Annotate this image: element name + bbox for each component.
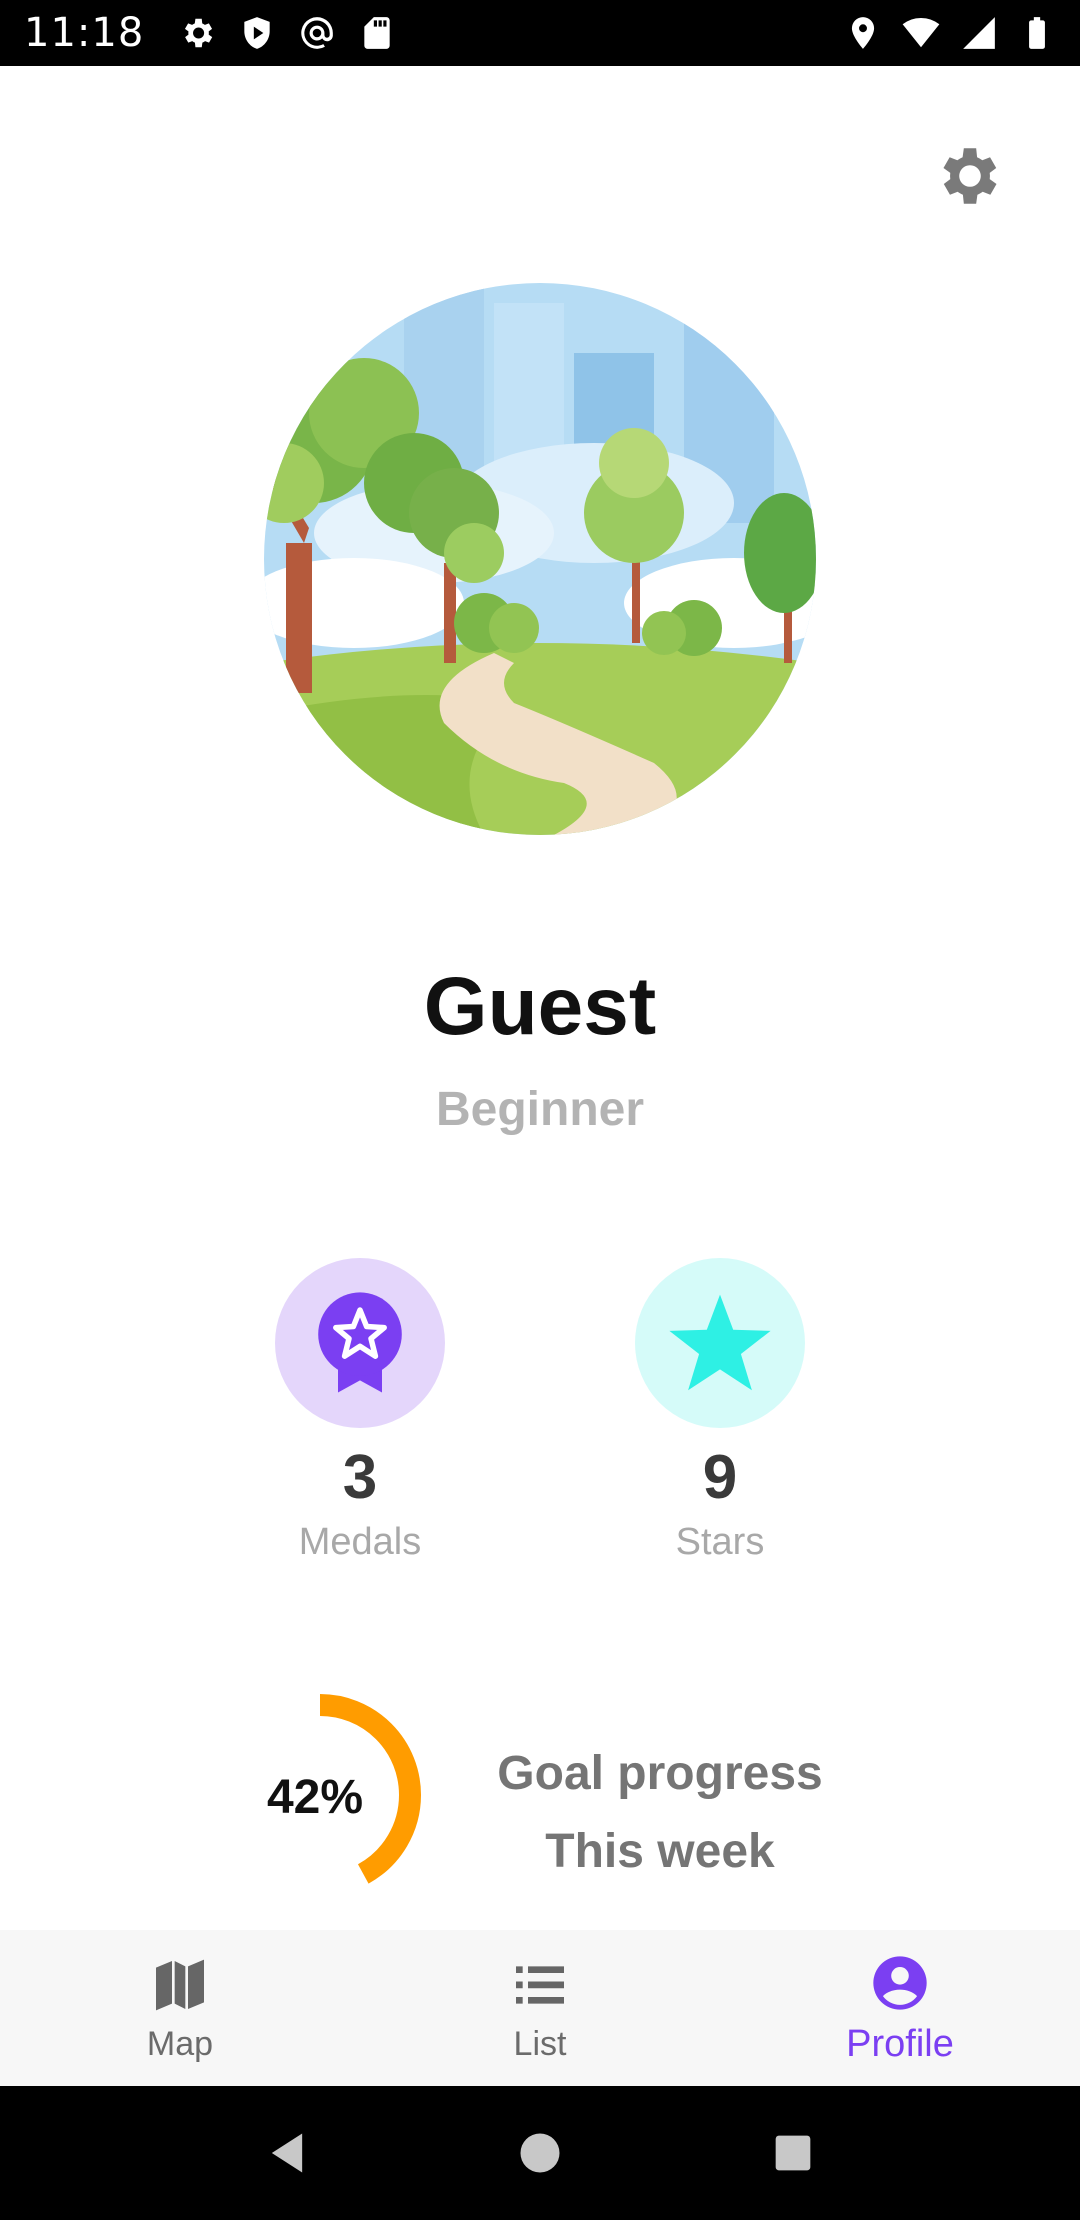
nav-list-label: List (513, 2024, 567, 2063)
user-name: Guest (423, 961, 657, 1052)
back-icon (271, 2133, 302, 2173)
home-icon (520, 2133, 560, 2173)
shield-icon (238, 14, 276, 52)
stars-count: 9 (702, 1443, 738, 1512)
goal-percent: 42% (266, 1771, 364, 1824)
recents-icon (775, 2135, 811, 2171)
medals-badge (275, 1258, 445, 1428)
medal-icon (318, 1292, 402, 1393)
list-icon (516, 1965, 564, 2004)
stars-label: Stars (675, 1521, 765, 1563)
system-home-button[interactable] (510, 2123, 570, 2183)
gear-icon (943, 148, 997, 204)
map-icon (156, 1959, 204, 2010)
system-recents-button[interactable] (763, 2123, 823, 2183)
status-right-icons (844, 14, 1056, 52)
bottom-navigation: Map List Profile (0, 1930, 1080, 2086)
nav-map-label: Map (146, 2024, 214, 2063)
stars-stat: 9 Stars (570, 1258, 870, 1564)
status-left-icons (178, 14, 396, 52)
profile-avatar-illustration (264, 283, 816, 835)
sd-card-icon (358, 14, 396, 52)
medals-count: 3 (342, 1443, 378, 1512)
wifi-icon (902, 14, 940, 52)
gear-icon (178, 14, 216, 52)
star-icon (669, 1294, 771, 1391)
profile-icon (873, 1955, 927, 2010)
goal-title: Goal progress (497, 1747, 823, 1800)
medals-stat: 3 Medals (210, 1258, 510, 1564)
goal-subtitle: This week (545, 1825, 775, 1878)
battery-icon (1018, 14, 1056, 52)
nav-map[interactable]: Map (0, 1930, 360, 2086)
goal-text: Goal progress This week (480, 1735, 840, 1891)
nav-profile[interactable]: Profile (720, 1930, 1080, 2086)
user-level: Beginner (435, 1083, 645, 1136)
system-back-button[interactable] (257, 2123, 317, 2183)
at-icon (298, 14, 336, 52)
medals-label: Medals (298, 1521, 422, 1563)
system-navigation-bar (0, 2086, 1080, 2220)
location-icon (844, 14, 882, 52)
nav-list[interactable]: List (360, 1930, 720, 2086)
nav-profile-label: Profile (846, 2022, 954, 2065)
stars-badge (635, 1258, 805, 1428)
status-time: 11:18 (24, 10, 145, 56)
status-bar: 11:18 (0, 0, 1080, 66)
signal-icon (960, 14, 998, 52)
settings-button[interactable] (930, 136, 1010, 216)
